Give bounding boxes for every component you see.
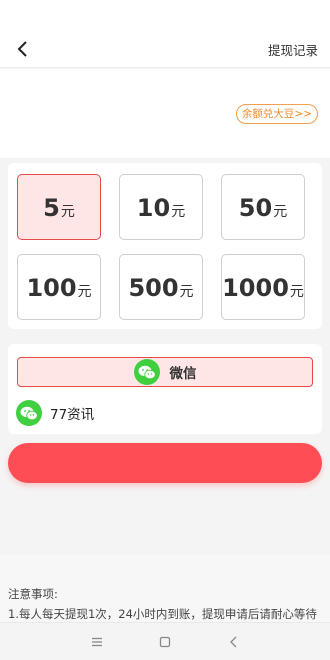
notes-item: 1.每人每天提现1次，24小时内到账，提现申请后请耐心等待 — [8, 607, 317, 621]
amount-unit: 元 — [171, 204, 186, 220]
amount-value: 100 — [26, 274, 77, 302]
amount-unit: 元 — [77, 284, 92, 300]
amount-unit: 元 — [273, 204, 288, 220]
amount-option-50[interactable]: 50 元 — [221, 174, 305, 240]
amount-option-500[interactable]: 500 元 — [119, 254, 203, 320]
amount-unit: 元 — [179, 284, 194, 300]
payment-method-panel: 微信 77资讯 — [8, 344, 322, 434]
menu-icon[interactable] — [89, 634, 105, 650]
amount-value: 10 — [136, 194, 171, 222]
wechat-icon — [16, 400, 42, 426]
back-button[interactable] — [8, 34, 38, 64]
amount-unit: 元 — [289, 284, 304, 300]
method-label: 微信 — [169, 366, 197, 382]
chevron-left-icon — [8, 34, 38, 64]
top-nav-bar: 提现记录 — [0, 30, 330, 68]
wechat-account-row: 77资讯 — [16, 400, 94, 426]
notes-title: 注意事项: — [8, 587, 58, 601]
amount-option-5[interactable]: 5 元 — [17, 174, 101, 240]
amount-options-panel: 5 元 10 元 50 元 100 元 500 元 1000 元 — [8, 163, 322, 329]
wechat-account-name: 77资讯 — [50, 407, 95, 423]
notes-section: 注意事项: 1.每人每天提现1次，24小时内到账，提现申请后请耐心等待 — [0, 555, 330, 627]
home-icon[interactable] — [157, 634, 173, 650]
amount-option-10[interactable]: 10 元 — [119, 174, 203, 240]
balance-area: 余额兑大豆>> — [0, 69, 330, 158]
amount-value: 50 — [238, 194, 273, 222]
amount-unit: 元 — [60, 204, 75, 220]
wechat-method-option[interactable]: 微信 — [17, 357, 313, 387]
withdraw-submit-button[interactable] — [8, 443, 322, 483]
amount-value: 5 — [43, 194, 60, 222]
amount-option-100[interactable]: 100 元 — [17, 254, 101, 320]
status-bar — [0, 0, 330, 30]
exchange-beans-link[interactable]: 余额兑大豆>> — [235, 104, 318, 124]
back-icon[interactable] — [226, 634, 242, 650]
withdraw-records-link[interactable]: 提现记录 — [268, 40, 318, 59]
wechat-icon — [133, 359, 160, 385]
amount-value: 500 — [128, 274, 179, 302]
amount-value: 1000 — [222, 274, 289, 302]
system-navigation-bar — [0, 622, 330, 660]
amount-option-1000[interactable]: 1000 元 — [221, 254, 305, 320]
